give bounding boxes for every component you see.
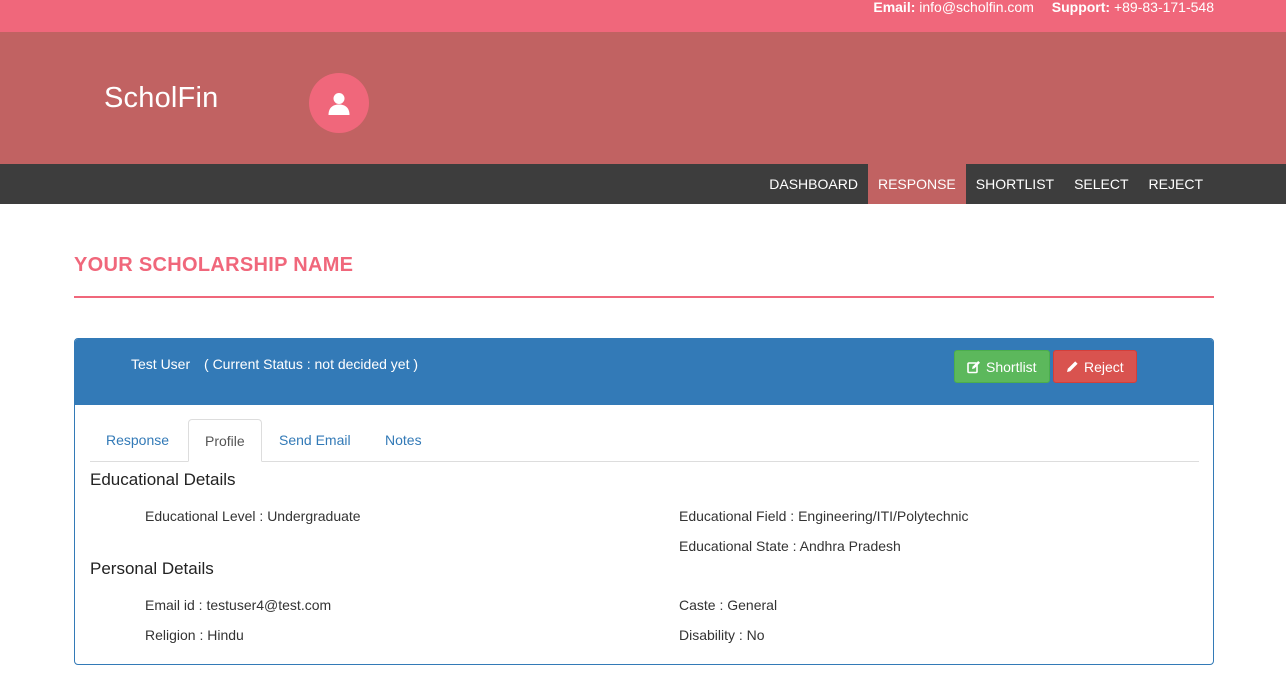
nav-select[interactable]: SELECT: [1064, 164, 1138, 204]
nav-response[interactable]: RESPONSE: [867, 164, 966, 204]
pencil-icon: [1067, 361, 1078, 372]
educational-state: Educational State : Andhra Pradesh: [679, 538, 901, 554]
email-id: Email id : testuser4@test.com: [145, 597, 332, 613]
tab-response[interactable]: Response: [90, 419, 185, 462]
site-header: ScholFin: [0, 32, 1286, 164]
title-divider: [74, 296, 1214, 298]
applicant-name: Test User: [131, 356, 191, 372]
email-value[interactable]: info@scholfin.com: [919, 0, 1034, 15]
support-value: +89-83-171-548: [1113, 0, 1214, 15]
applicant-panel: Test User ( Current Status : not decided…: [74, 338, 1214, 665]
email-label: Email:: [873, 0, 916, 15]
panel-heading: Test User ( Current Status : not decided…: [75, 339, 1213, 405]
contact-info: Email: info@scholfin.com Support: +89-83…: [873, 0, 1214, 15]
personal-details-heading: Personal Details: [90, 559, 214, 578]
applicant-info: Test User ( Current Status : not decided…: [131, 356, 418, 372]
shortlist-button[interactable]: Shortlist: [954, 350, 1050, 383]
support-label: Support:: [1051, 0, 1111, 15]
top-contact-bar: Email: info@scholfin.com Support: +89-83…: [0, 0, 1286, 32]
educational-details-heading: Educational Details: [90, 470, 236, 489]
religion: Religion : Hindu: [145, 627, 244, 643]
shortlist-label: Shortlist: [986, 358, 1037, 375]
caste: Caste : General: [679, 597, 778, 613]
profile-tabs: Response Profile Send Email Notes: [90, 419, 1199, 462]
educational-level: Educational Level : Undergraduate: [145, 508, 361, 524]
nav-shortlist[interactable]: SHORTLIST: [966, 164, 1064, 204]
nav-dashboard[interactable]: DASHBOARD: [759, 164, 868, 204]
reject-label: Reject: [1084, 358, 1124, 375]
tab-profile[interactable]: Profile: [188, 419, 262, 462]
user-icon: [328, 93, 350, 115]
avatar[interactable]: [309, 73, 369, 133]
reject-button[interactable]: Reject: [1053, 350, 1137, 383]
tab-notes[interactable]: Notes: [369, 419, 438, 462]
nav-reject[interactable]: REJECT: [1139, 164, 1213, 204]
edit-icon: [967, 360, 980, 373]
applicant-status: ( Current Status : not decided yet ): [204, 356, 419, 372]
main-nav: DASHBOARD RESPONSE SHORTLIST SELECT REJE…: [0, 164, 1286, 204]
page-title: YOUR SCHOLARSHIP NAME: [74, 254, 354, 276]
disability: Disability : No: [679, 627, 765, 643]
tab-send-email[interactable]: Send Email: [263, 419, 367, 462]
brand-logo[interactable]: ScholFin: [104, 82, 218, 115]
educational-field: Educational Field : Engineering/ITI/Poly…: [679, 508, 969, 524]
